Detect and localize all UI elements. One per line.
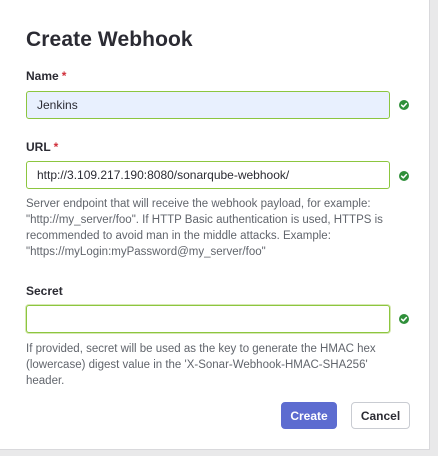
create-button[interactable]: Create xyxy=(281,402,337,429)
name-required-marker: * xyxy=(61,69,67,83)
url-label: URL * xyxy=(26,140,58,154)
url-help-line: "http://my_server/foo". If HTTP Basic au… xyxy=(26,214,383,226)
url-help-text: Server endpoint that will receive the we… xyxy=(26,196,406,260)
url-help-line: recommended to avoid man in the middle a… xyxy=(26,230,331,242)
url-label-text: URL xyxy=(26,140,51,154)
secret-help-line: header. xyxy=(26,375,65,387)
create-webhook-dialog: Create Webhook Name* URL* Server endpoin… xyxy=(0,0,430,450)
url-help-line: "https://myLogin:myPassword@my_server/fo… xyxy=(26,246,266,258)
cancel-button[interactable]: Cancel xyxy=(351,402,410,429)
secret-help-line: If provided, secret will be used as the … xyxy=(26,343,376,355)
name-label-text: Name xyxy=(26,69,59,83)
secret-label: Secret xyxy=(26,284,63,298)
secret-valid-check-icon xyxy=(399,314,409,324)
url-required-marker: * xyxy=(53,140,59,154)
secret-help-text: If provided, secret will be used as the … xyxy=(26,341,406,389)
url-valid-check-icon xyxy=(399,171,409,181)
url-input[interactable] xyxy=(26,161,390,189)
dialog-title: Create Webhook xyxy=(26,28,193,51)
secret-help-line: (lowercase) digest value in the 'X-Sonar… xyxy=(26,359,368,371)
name-input[interactable] xyxy=(26,91,390,119)
name-valid-check-icon xyxy=(399,100,409,110)
url-help-line: Server endpoint that will receive the we… xyxy=(26,198,371,210)
name-label: Name * xyxy=(26,69,66,83)
secret-input[interactable] xyxy=(26,305,390,333)
